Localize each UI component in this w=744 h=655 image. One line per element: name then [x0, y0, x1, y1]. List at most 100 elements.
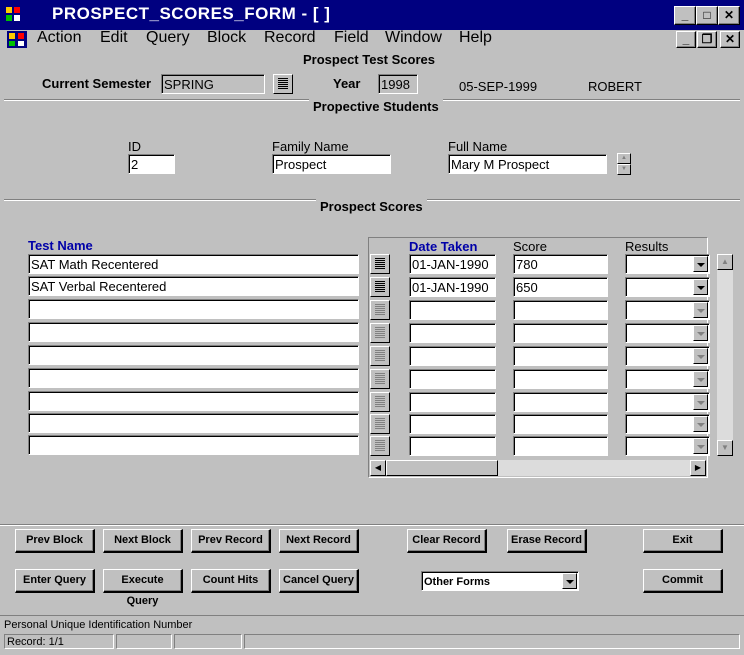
menu-help[interactable]: Help	[459, 29, 492, 47]
doc-minimize-button[interactable]: _	[676, 31, 696, 48]
count-hits-button[interactable]: Count Hits	[191, 569, 271, 593]
dropdown-arrow-icon[interactable]	[693, 394, 708, 410]
results-select[interactable]	[625, 392, 710, 412]
vertical-scrollbar[interactable]	[717, 254, 733, 456]
prev-record-button[interactable]: Prev Record	[191, 529, 271, 553]
menu-action[interactable]: Action	[37, 29, 81, 47]
record-indicator[interactable]	[370, 277, 390, 297]
menu-field[interactable]: Field	[334, 29, 369, 47]
title-bar[interactable]: PROSPECT_SCORES_FORM - [ ] _ □ ✕	[0, 0, 744, 30]
score-field[interactable]	[513, 436, 608, 456]
score-field[interactable]: 650	[513, 277, 608, 297]
results-select[interactable]	[625, 436, 710, 456]
results-select[interactable]	[625, 323, 710, 343]
record-indicator[interactable]	[370, 392, 390, 412]
doc-close-button[interactable]: ✕	[720, 31, 740, 48]
test-name-field[interactable]	[28, 435, 359, 455]
document-icon[interactable]	[6, 30, 28, 49]
erase-record-button[interactable]: Erase Record	[507, 529, 587, 553]
date-taken-field[interactable]	[409, 300, 496, 320]
clear-record-button[interactable]: Clear Record	[407, 529, 487, 553]
date-taken-field[interactable]	[409, 436, 496, 456]
menu-query[interactable]: Query	[146, 29, 190, 47]
score-field[interactable]	[513, 414, 608, 434]
test-name-field[interactable]	[28, 345, 359, 365]
scroll-thumb[interactable]	[386, 460, 498, 476]
score-field[interactable]: 780	[513, 254, 608, 274]
date-taken-field[interactable]	[409, 346, 496, 366]
id-field[interactable]: 2	[128, 154, 175, 174]
menu-edit[interactable]: Edit	[100, 29, 128, 47]
minimize-button[interactable]: _	[674, 6, 696, 25]
test-name-field[interactable]: SAT Verbal Recentered	[28, 276, 359, 296]
results-select[interactable]	[625, 277, 710, 297]
date-taken-field[interactable]: 01-JAN-1990	[409, 254, 496, 274]
close-button[interactable]: ✕	[718, 6, 740, 25]
scroll-left-icon[interactable]: ◀	[370, 460, 386, 476]
next-record-button[interactable]: Next Record	[279, 529, 359, 553]
enter-query-button[interactable]: Enter Query	[15, 569, 95, 593]
record-indicator[interactable]	[370, 436, 390, 456]
scroll-right-icon[interactable]: ▶	[690, 460, 706, 476]
dropdown-arrow-icon[interactable]	[693, 416, 708, 432]
test-name-field[interactable]	[28, 413, 359, 433]
maximize-button[interactable]: □	[696, 6, 718, 25]
score-field[interactable]	[513, 346, 608, 366]
date-taken-field[interactable]: 01-JAN-1990	[409, 277, 496, 297]
execute-query-button[interactable]: Execute Query	[103, 569, 183, 607]
record-indicator[interactable]	[370, 323, 390, 343]
commit-button[interactable]: Commit	[643, 569, 723, 593]
results-select[interactable]	[625, 369, 710, 389]
cancel-query-button[interactable]: Cancel Query	[279, 569, 359, 593]
test-name-field[interactable]: SAT Math Recentered	[28, 254, 359, 274]
test-name-field[interactable]	[28, 368, 359, 388]
results-select[interactable]	[625, 300, 710, 320]
semester-lov-button[interactable]	[273, 74, 293, 94]
dropdown-arrow-icon[interactable]	[693, 256, 708, 272]
other-forms-select[interactable]: Other Forms	[421, 571, 579, 591]
test-name-field[interactable]	[28, 299, 359, 319]
date-taken-field[interactable]	[409, 323, 496, 343]
date-taken-field[interactable]	[409, 414, 496, 434]
prev-block-button[interactable]: Prev Block	[15, 529, 95, 553]
dropdown-arrow-icon[interactable]	[562, 573, 577, 589]
exit-button[interactable]: Exit	[643, 529, 723, 553]
record-indicator[interactable]	[370, 369, 390, 389]
score-field[interactable]	[513, 392, 608, 412]
record-indicator[interactable]	[370, 414, 390, 434]
score-field[interactable]	[513, 323, 608, 343]
scroll-down-icon[interactable]: ▼	[717, 440, 733, 456]
dropdown-arrow-icon[interactable]	[693, 438, 708, 454]
dropdown-arrow-icon[interactable]	[693, 371, 708, 387]
score-field[interactable]	[513, 369, 608, 389]
dropdown-arrow-icon[interactable]	[693, 302, 708, 318]
results-select[interactable]	[625, 254, 710, 274]
semester-field[interactable]: SPRING	[161, 74, 265, 94]
date-taken-field[interactable]	[409, 369, 496, 389]
score-field[interactable]	[513, 300, 608, 320]
menu-record[interactable]: Record	[264, 29, 316, 47]
results-select[interactable]	[625, 346, 710, 366]
test-name-field[interactable]	[28, 322, 359, 342]
dropdown-arrow-icon[interactable]	[693, 348, 708, 364]
record-indicator[interactable]	[370, 346, 390, 366]
year-field[interactable]: 1998	[378, 74, 418, 94]
spin-up-icon[interactable]: ▲	[617, 153, 631, 164]
semester-label: Current Semester	[42, 76, 152, 91]
dropdown-arrow-icon[interactable]	[693, 325, 708, 341]
family-name-field[interactable]: Prospect	[272, 154, 391, 174]
test-name-field[interactable]	[28, 391, 359, 411]
results-select[interactable]	[625, 414, 710, 434]
app-icon[interactable]	[4, 5, 22, 23]
menu-block[interactable]: Block	[207, 29, 246, 47]
spin-down-icon[interactable]: ▼	[617, 164, 631, 175]
record-indicator[interactable]	[370, 300, 390, 320]
scroll-up-icon[interactable]: ▲	[717, 254, 733, 270]
menu-window[interactable]: Window	[385, 29, 442, 47]
full-name-field[interactable]: Mary M Prospect	[448, 154, 607, 174]
record-indicator[interactable]	[370, 254, 390, 274]
next-block-button[interactable]: Next Block	[103, 529, 183, 553]
doc-restore-button[interactable]: ❐	[697, 31, 717, 48]
dropdown-arrow-icon[interactable]	[693, 279, 708, 295]
date-taken-field[interactable]	[409, 392, 496, 412]
